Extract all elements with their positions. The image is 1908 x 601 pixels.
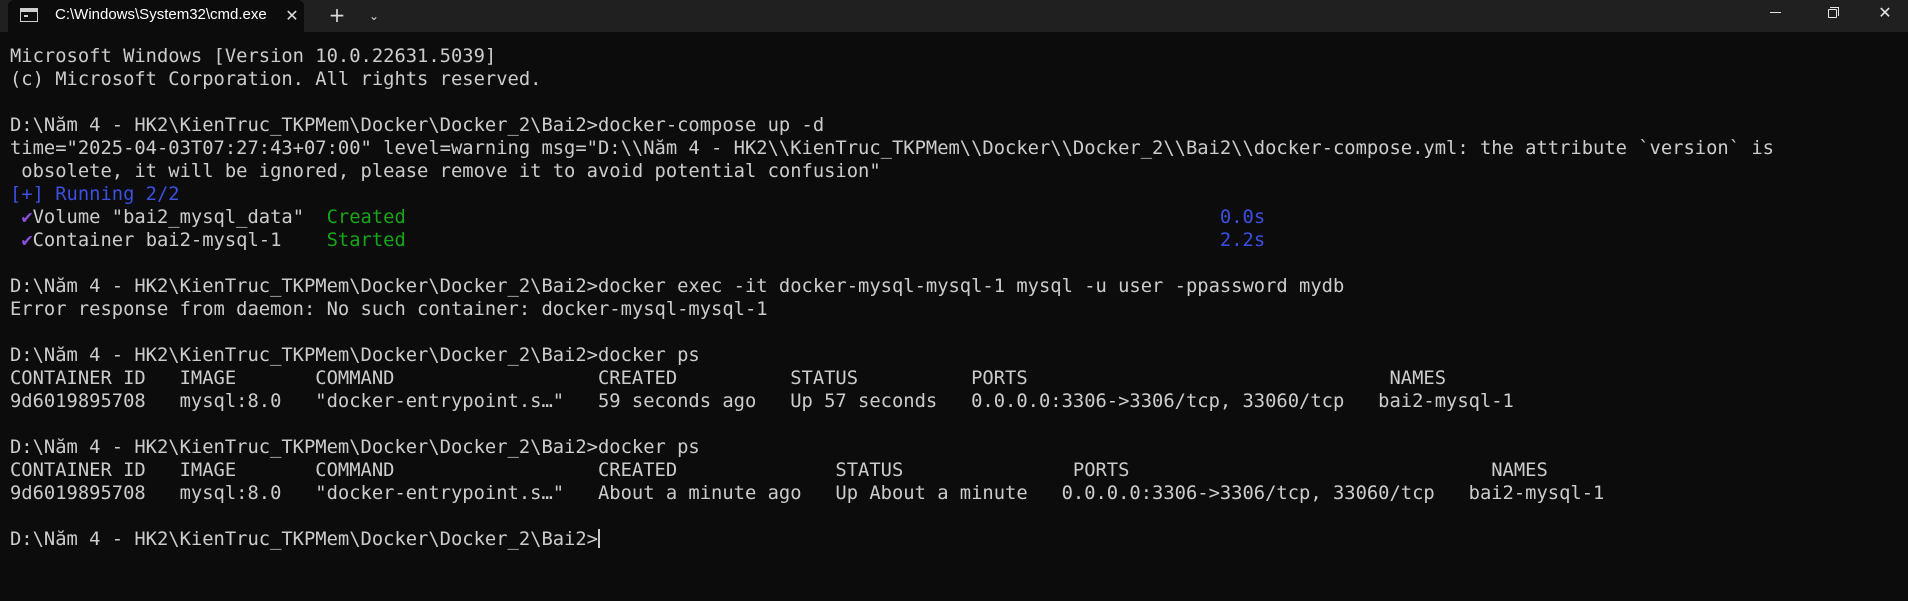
command-line: D:\Năm 4 - HK2\KienTruc_TKPMem\Docker\Do… [10,437,700,458]
command-line: D:\Năm 4 - HK2\KienTruc_TKPMem\Docker\Do… [10,345,700,366]
prompt-line[interactable]: D:\Năm 4 - HK2\KienTruc_TKPMem\Docker\Do… [10,528,1900,551]
terminal-output[interactable]: Microsoft Windows [Version 10.0.22631.50… [10,45,1900,551]
warning-line: obsolete, it will be ignored, please rem… [10,161,881,182]
prompt: D:\Năm 4 - HK2\KienTruc_TKPMem\Docker\Do… [10,529,598,550]
copyright-line: (c) Microsoft Corporation. All rights re… [10,69,542,90]
terminal-window: C:\Windows\System32\cmd.exe ✕ + ⌄ ✕ Micr… [0,0,1908,601]
table-row: 9d6019895708 mysql:8.0 "docker-entrypoin… [10,483,1605,504]
banner-line: Microsoft Windows [Version 10.0.22631.50… [10,46,497,67]
warning-line: time="2025-04-03T07:27:43+07:00" level=w… [10,138,1774,159]
volume-label: Volume "bai2_mysql_data" [32,207,327,228]
error-line: Error response from daemon: No such cont… [10,299,768,320]
volume-time: 0.0s [1219,207,1266,228]
restore-icon[interactable] [1810,0,1856,26]
tab-title: C:\Windows\System32\cmd.exe [55,6,267,23]
minimize-icon[interactable] [1752,0,1798,26]
volume-status-line: ✔Volume "bai2_mysql_data" Created 0.0s [10,206,1900,229]
chevron-down-icon[interactable]: ⌄ [360,2,388,30]
table-row: 9d6019895708 mysql:8.0 "docker-entrypoin… [10,391,1514,412]
title-bar[interactable]: C:\Windows\System32\cmd.exe ✕ + ⌄ ✕ [0,0,1908,32]
check-icon: ✔ [21,207,33,228]
container-status-line: ✔Container bai2-mysql-1 Started 2.2s [10,229,1900,252]
table-header: CONTAINER ID IMAGE COMMAND CREATED STATU… [10,368,1447,389]
table-header: CONTAINER ID IMAGE COMMAND CREATED STATU… [10,460,1548,481]
new-tab-button[interactable]: + [322,2,352,30]
container-time: 2.2s [1219,230,1266,251]
terminal-icon [20,8,38,22]
command-line: D:\Năm 4 - HK2\KienTruc_TKPMem\Docker\Do… [10,276,1345,297]
container-status: Started [326,230,406,251]
running-status: [+] Running 2/2 [10,184,180,205]
container-label: Container bai2-mysql-1 [32,230,327,251]
tab-cmd[interactable]: C:\Windows\System32\cmd.exe ✕ [8,0,304,32]
text-cursor [597,529,600,548]
close-icon[interactable]: ✕ [1862,0,1908,26]
volume-status: Created [326,207,406,228]
close-tab-icon[interactable]: ✕ [280,4,304,28]
command-line: D:\Năm 4 - HK2\KienTruc_TKPMem\Docker\Do… [10,115,825,136]
check-icon: ✔ [21,230,33,251]
